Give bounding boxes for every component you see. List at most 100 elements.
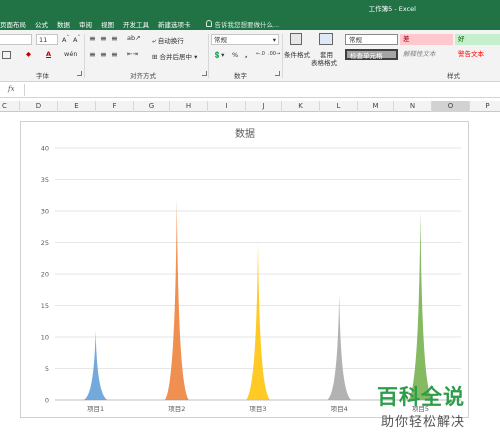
style-good[interactable]: 好 bbox=[455, 34, 500, 45]
wrap-text-button[interactable]: ⤶ 自动换行 bbox=[152, 35, 184, 46]
comma-style-button[interactable]: , bbox=[245, 51, 247, 59]
chart-area[interactable]: 数据 0 5 10 15 20 25 30 35 40 项目1 项目2 项目3 项目4 项目5 bbox=[20, 121, 469, 418]
data-spike[interactable] bbox=[246, 242, 270, 401]
plot-area bbox=[83, 198, 433, 401]
style-normal[interactable]: 常规 bbox=[345, 34, 398, 45]
y-tick-label: 15 bbox=[41, 302, 49, 310]
column-header[interactable]: G bbox=[134, 101, 170, 112]
wrap-text-label: 自动换行 bbox=[157, 37, 184, 45]
align-bottom-icon[interactable]: ≡ bbox=[111, 34, 118, 43]
watermark-main-text: 百科全说 bbox=[377, 385, 465, 409]
font-name-select[interactable] bbox=[0, 34, 32, 45]
style-check-cell[interactable]: 检查单元格 bbox=[345, 49, 398, 60]
column-header[interactable]: K bbox=[282, 101, 320, 112]
group-label-number: 数字 bbox=[234, 72, 247, 80]
font-size-select[interactable]: 11 bbox=[36, 34, 58, 45]
x-tick-label: 项目1 bbox=[87, 405, 104, 413]
increase-decimal-icon[interactable]: ←.0 bbox=[256, 51, 265, 57]
ribbon-tabs: 页面布局 公式 数据 审阅 视图 开发工具 新建选项卡 告诉我您想要做什么... bbox=[0, 17, 279, 30]
merge-center-button[interactable]: ⊞ 合并后居中 ▾ bbox=[152, 51, 197, 61]
data-spike[interactable] bbox=[164, 198, 189, 400]
group-divider bbox=[282, 34, 283, 78]
tab-developer[interactable]: 开发工具 bbox=[123, 19, 158, 29]
orientation-icon[interactable]: ab↗ bbox=[127, 34, 141, 42]
font-size-value: 11 bbox=[39, 36, 48, 44]
chart-title[interactable]: 数据 bbox=[235, 127, 255, 140]
group-divider bbox=[208, 34, 209, 78]
tell-me-search[interactable]: 告诉我您想要做什么... bbox=[205, 19, 280, 29]
indent-icon[interactable]: ⇤⇥ bbox=[127, 50, 138, 58]
decrease-font-icon[interactable]: A˅ bbox=[73, 35, 80, 44]
x-tick-label: 项目2 bbox=[168, 405, 185, 413]
tab-page-layout[interactable]: 页面布局 bbox=[0, 19, 35, 29]
column-header[interactable]: N bbox=[394, 101, 432, 112]
column-header[interactable]: E bbox=[58, 101, 96, 112]
tell-me-text: 告诉我您想要做什么... bbox=[214, 20, 280, 29]
column-header[interactable]: F bbox=[96, 101, 134, 112]
x-tick-label: 项目3 bbox=[249, 405, 266, 413]
align-left-icon[interactable]: ≡ bbox=[89, 50, 96, 59]
increase-font-icon[interactable]: A˄ bbox=[62, 35, 69, 44]
column-header[interactable]: C bbox=[0, 101, 20, 112]
y-tick-label: 0 bbox=[45, 397, 49, 405]
style-warning[interactable]: 警告文本 bbox=[455, 49, 500, 60]
watermark-logo: 百科全说 助你轻松解决 bbox=[375, 381, 497, 436]
column-header[interactable]: H bbox=[170, 101, 208, 112]
document-title: 工作簿5 - Excel bbox=[368, 5, 416, 13]
style-explanatory[interactable]: 解释性文本 bbox=[400, 49, 453, 60]
fill-color-icon[interactable]: ◆ bbox=[26, 50, 31, 58]
column-header[interactable]: P bbox=[470, 101, 500, 112]
watermark-sub-text: 助你轻松解决 bbox=[381, 415, 466, 430]
phonetic-icon[interactable]: wén bbox=[64, 50, 77, 58]
ribbon: 11 A˄ A˅ ◆ A wén 字体 ≡ ≡ ≡ ab↗ ⤶ 自动换行 ≡ ≡… bbox=[0, 30, 500, 82]
column-header[interactable]: D bbox=[20, 101, 58, 112]
conditional-format-button[interactable]: 条件格式 bbox=[284, 49, 310, 59]
data-spike[interactable] bbox=[83, 330, 108, 400]
group-label-alignment: 对齐方式 bbox=[130, 72, 156, 80]
align-middle-icon[interactable]: ≡ bbox=[100, 34, 107, 43]
tab-formulas[interactable]: 公式 bbox=[35, 19, 57, 29]
align-right-icon[interactable]: ≡ bbox=[111, 50, 118, 59]
style-bad[interactable]: 差 bbox=[400, 34, 453, 45]
y-tick-label: 10 bbox=[41, 334, 49, 342]
table-format-line2[interactable]: 表格格式 bbox=[311, 57, 337, 67]
font-color-icon[interactable]: A bbox=[46, 50, 51, 58]
percent-style-button[interactable]: % bbox=[232, 51, 238, 59]
chevron-down-icon: ▾ bbox=[272, 36, 276, 44]
group-divider bbox=[84, 34, 85, 78]
title-bar: 工作簿5 - Excel 页面布局 公式 数据 审阅 视图 开发工具 新建选项卡… bbox=[0, 0, 500, 30]
border-icon[interactable] bbox=[2, 51, 11, 59]
align-top-icon[interactable]: ≡ bbox=[89, 34, 96, 43]
y-tick-label: 5 bbox=[45, 365, 49, 373]
alignment-dialog-launcher[interactable] bbox=[202, 71, 207, 76]
chart-svg: 数据 0510152025303540 项目1 项目2 项目3 项目4 项目5 bbox=[41, 127, 461, 413]
column-header[interactable]: I bbox=[208, 101, 246, 112]
formula-bar: fx bbox=[0, 82, 500, 98]
tab-data[interactable]: 数据 bbox=[57, 19, 79, 29]
formula-input[interactable] bbox=[24, 84, 496, 96]
column-header-selected[interactable]: O bbox=[432, 101, 470, 112]
font-dialog-launcher[interactable] bbox=[77, 71, 82, 76]
column-headers: C D E F G H I J K L M N O P bbox=[0, 101, 500, 112]
tab-view[interactable]: 视图 bbox=[101, 19, 123, 29]
tab-review[interactable]: 审阅 bbox=[79, 19, 101, 29]
y-tick-label: 30 bbox=[41, 208, 49, 216]
y-tick-label: 25 bbox=[41, 239, 49, 247]
currency-icon[interactable]: 💲▾ bbox=[213, 51, 224, 59]
column-header[interactable]: J bbox=[246, 101, 282, 112]
group-label-font: 字体 bbox=[36, 72, 49, 80]
y-tick-label: 40 bbox=[41, 145, 49, 153]
decrease-decimal-icon[interactable]: .00→ bbox=[268, 51, 280, 57]
y-tick-label: 20 bbox=[41, 271, 49, 279]
tab-new-tab[interactable]: 新建选项卡 bbox=[158, 19, 200, 29]
table-format-icon bbox=[319, 33, 333, 45]
number-dialog-launcher[interactable] bbox=[275, 71, 280, 76]
y-axis: 0 5 10 15 20 25 30 35 40 bbox=[41, 145, 49, 405]
align-center-icon[interactable]: ≡ bbox=[100, 50, 107, 59]
function-icon[interactable]: fx bbox=[8, 85, 15, 93]
column-header[interactable]: M bbox=[358, 101, 394, 112]
column-header[interactable]: L bbox=[320, 101, 358, 112]
y-tick-label: 35 bbox=[41, 176, 49, 184]
data-spike[interactable] bbox=[327, 292, 352, 400]
number-format-select[interactable]: 常规 ▾ bbox=[211, 34, 279, 45]
